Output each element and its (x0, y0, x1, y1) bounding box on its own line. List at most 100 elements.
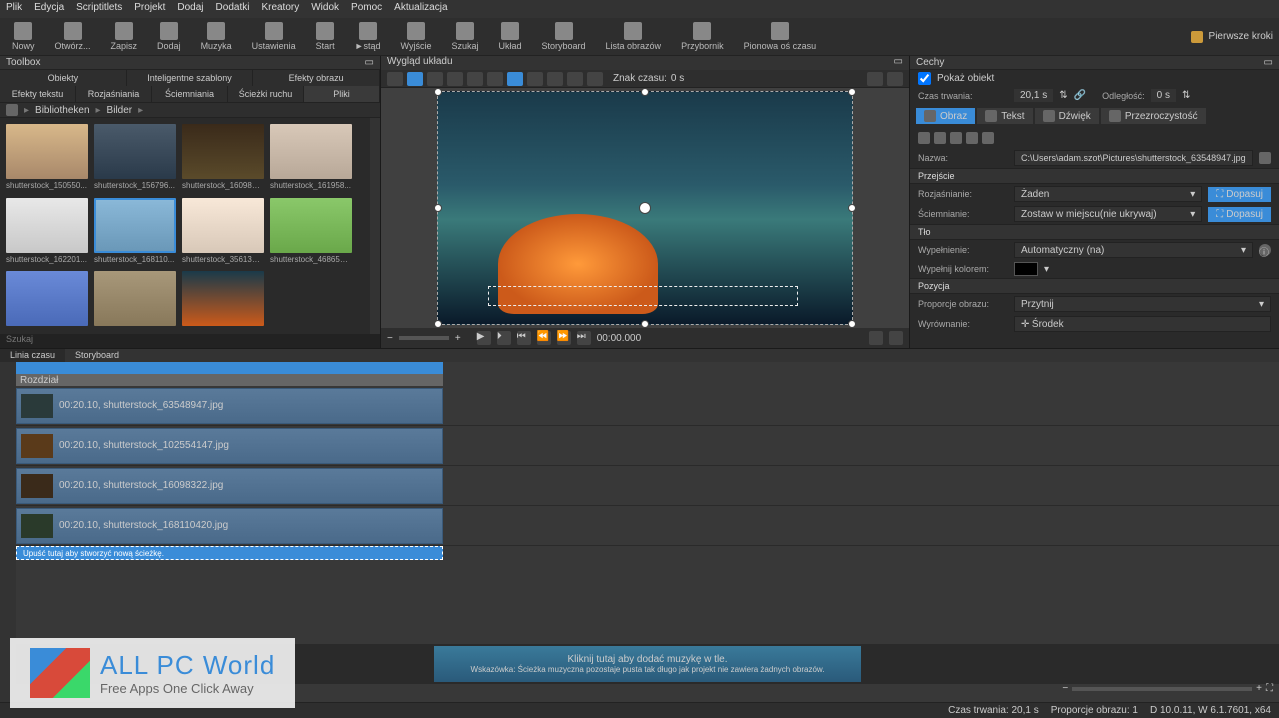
snap-icon[interactable] (889, 331, 903, 345)
inner-selection[interactable] (488, 286, 798, 306)
menu-item[interactable]: Widok (311, 2, 339, 16)
menu-item[interactable]: Pomoc (351, 2, 382, 16)
fadein-select[interactable]: Żaden▾ (1014, 186, 1202, 202)
canvas-image[interactable] (437, 91, 853, 325)
tab-image-effects[interactable]: Efekty obrazu (253, 70, 380, 86)
tab-opacity[interactable]: Przezroczystość (1101, 108, 1206, 124)
rotate-left-icon[interactable] (918, 132, 930, 144)
resize-handle[interactable] (434, 88, 442, 96)
zoom-slider[interactable] (1072, 687, 1252, 691)
scrollbar[interactable] (370, 118, 380, 334)
export-button[interactable]: Wyjście (395, 20, 438, 53)
timeline-zoom-bar[interactable]: − + ⛶ (1062, 683, 1273, 694)
tab-text-effects[interactable]: Efekty tekstu (0, 86, 76, 102)
thumbnail-selected[interactable]: shutterstock_168110... (94, 198, 176, 266)
tab-fade-in[interactable]: Rozjaśniania (76, 86, 152, 102)
minimize-icon[interactable]: ▭ (1264, 57, 1273, 68)
zoom-in-icon[interactable]: + (455, 333, 461, 344)
zoom-in-icon[interactable]: + (1256, 683, 1262, 694)
thumbnail[interactable]: shutterstock_161958... (270, 124, 352, 192)
menu-item[interactable]: Edycja (34, 2, 64, 16)
chapter-row[interactable]: Rozdział (16, 374, 443, 386)
preview-canvas[interactable] (381, 88, 909, 328)
select-tool[interactable] (407, 72, 423, 86)
zoom-in-tool[interactable] (427, 72, 443, 86)
marker-icon[interactable] (869, 331, 883, 345)
fit-button-2[interactable]: ⛶Dopasuj (1208, 207, 1271, 222)
menu-item[interactable]: Dodatki (216, 2, 250, 16)
layer-add-tool[interactable] (547, 72, 563, 86)
crop-icon[interactable] (966, 132, 978, 144)
minimize-icon[interactable]: ▭ (365, 57, 374, 68)
menu-item[interactable]: Projekt (134, 2, 165, 16)
grid-tool[interactable] (487, 72, 503, 86)
duration-value[interactable]: 20,1 s (1014, 89, 1053, 102)
thumbnail[interactable] (94, 271, 176, 328)
color-swatch[interactable] (1014, 262, 1038, 276)
imagelist-button[interactable]: Lista obrazów (600, 20, 668, 53)
track[interactable]: 00:20.10, shutterstock_102554147.jpg (16, 426, 1279, 466)
resize-handle[interactable] (641, 88, 649, 96)
aspect-select[interactable]: Przytnij▾ (1014, 296, 1271, 312)
clip[interactable]: 00:20.10, shutterstock_63548947.jpg (16, 388, 443, 424)
center-handle[interactable] (639, 202, 651, 214)
tab-fade-out[interactable]: Ściemniania (152, 86, 228, 102)
show-object-checkbox[interactable] (918, 72, 931, 85)
play-icon[interactable]: ▶ (477, 331, 491, 345)
tab-motion-paths[interactable]: Ścieżki ruchu (228, 86, 304, 102)
align-select[interactable]: ✛ Środek (1014, 316, 1271, 332)
thumbnail[interactable] (6, 271, 88, 328)
breadcrumb-item[interactable]: Bilder (107, 105, 133, 116)
tab-sound[interactable]: Dźwięk (1035, 108, 1099, 124)
tab-storyboard[interactable]: Storyboard (65, 349, 129, 362)
save-button[interactable]: Zapisz (105, 20, 144, 53)
new-button[interactable]: Nowy (6, 20, 41, 53)
track[interactable]: 00:20.10, shutterstock_16098322.jpg (16, 466, 1279, 506)
track[interactable]: 00:20.10, shutterstock_63548947.jpg (16, 386, 1279, 426)
play-step-icon[interactable]: ⏵ (497, 331, 511, 345)
fit-tool[interactable] (467, 72, 483, 86)
next-frame-icon[interactable]: ⏩ (557, 331, 571, 345)
resize-handle[interactable] (848, 204, 856, 212)
tab-objects[interactable]: Obiekty (0, 70, 127, 86)
drop-track-hint[interactable]: Upuść tutaj aby stworzyć nową ścieżkę. (16, 546, 443, 560)
menu-item[interactable]: Plik (6, 2, 22, 16)
edit-icon[interactable] (950, 132, 962, 144)
thumbnail[interactable]: shutterstock_16098322 (182, 124, 264, 192)
tab-timeline[interactable]: Linia czasu (0, 349, 65, 362)
safe-zone-tool[interactable] (527, 72, 543, 86)
rotate-right-icon[interactable] (934, 132, 946, 144)
zoom-out-tool[interactable] (447, 72, 463, 86)
skip-end-icon[interactable]: ⏭ (577, 331, 591, 345)
music-button[interactable]: Muzyka (195, 20, 238, 53)
thumbnail[interactable]: shutterstock_150550... (6, 124, 88, 192)
tab-image[interactable]: Obraz (916, 108, 975, 124)
browse-icon[interactable] (1259, 152, 1271, 164)
spinner-icon[interactable]: ⇅ (1059, 90, 1067, 101)
storyboard-button[interactable]: Storyboard (536, 20, 592, 53)
play-from-button[interactable]: ►stąd (349, 20, 387, 53)
settings-button[interactable]: Ustawienia (246, 20, 302, 53)
resize-handle[interactable] (641, 320, 649, 328)
vertical-timeline-button[interactable]: Pionowa oś czasu (738, 20, 823, 53)
spinner-icon[interactable]: ⇅ (1182, 90, 1190, 101)
thumbnail[interactable] (182, 271, 264, 328)
thumbnail[interactable]: shutterstock_46865710 (270, 198, 352, 266)
clip[interactable]: 00:20.10, shutterstock_102554147.jpg (16, 428, 443, 464)
clip[interactable]: 00:20.10, shutterstock_16098322.jpg (16, 468, 443, 504)
exif-icon[interactable] (982, 132, 994, 144)
align-tool[interactable] (587, 72, 603, 86)
thumbnail[interactable]: shutterstock_35613667 (182, 198, 264, 266)
tab-text[interactable]: Tekst (977, 108, 1032, 124)
menu-item[interactable]: Aktualizacja (394, 2, 447, 16)
save-layout-icon[interactable] (887, 72, 903, 86)
layout-button[interactable]: Układ (492, 20, 527, 53)
info-icon[interactable]: ⓘ (1259, 244, 1271, 256)
toolbox-button[interactable]: Przybornik (675, 20, 730, 53)
zoom-out-icon[interactable]: − (1062, 683, 1068, 694)
delay-value[interactable]: 0 s (1151, 89, 1176, 102)
tab-files[interactable]: Pliki (304, 86, 380, 102)
zoom-out-icon[interactable]: − (387, 333, 393, 344)
track[interactable]: 00:20.10, shutterstock_168110420.jpg (16, 506, 1279, 546)
thumbnail[interactable]: shutterstock_156796... (94, 124, 176, 192)
